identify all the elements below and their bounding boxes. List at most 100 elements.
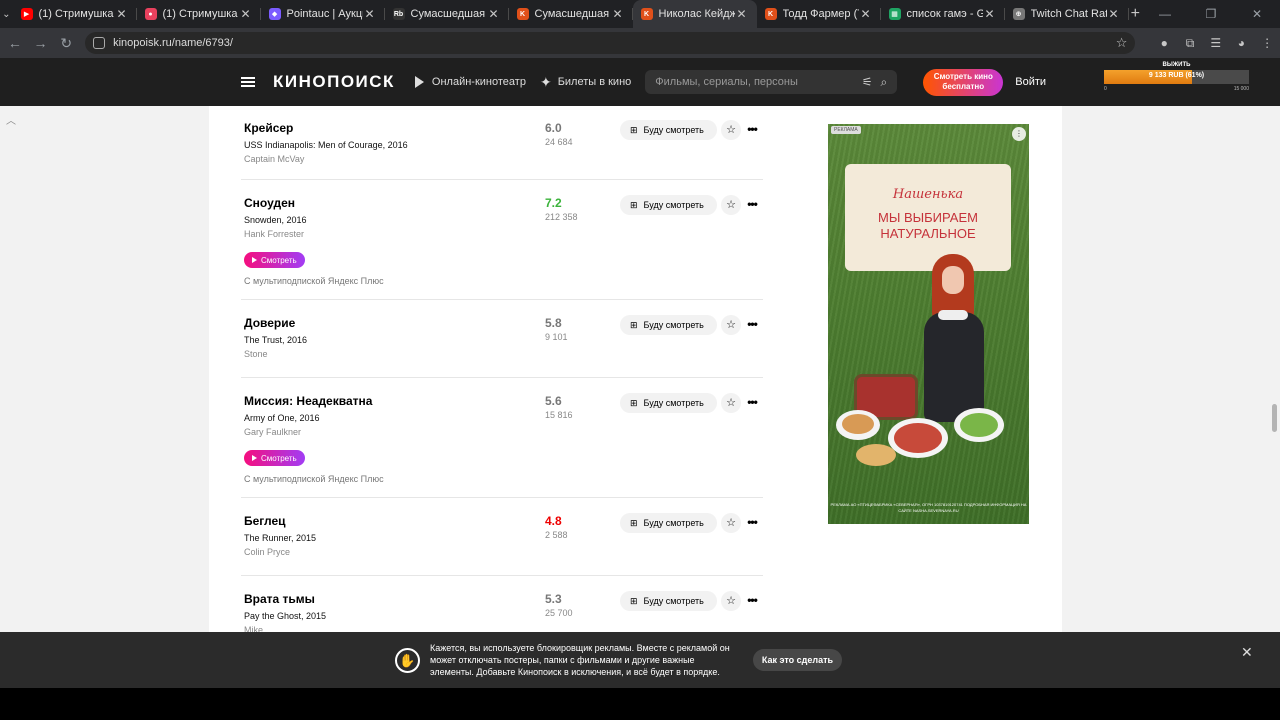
film-votes: 25 700 — [545, 608, 573, 618]
extensions-puzzle-icon[interactable]: ⧉ — [1177, 36, 1203, 51]
tab-search-chevron-icon[interactable]: ⌄ — [0, 0, 13, 28]
more-options-icon[interactable]: ••• — [744, 393, 760, 413]
adblock-message: Кажется, вы используете блокировщик рекл… — [430, 643, 730, 677]
more-options-icon[interactable]: ••• — [744, 513, 760, 533]
advertisement-banner[interactable]: РЕКЛАМА ⋮ Нашенька МЫ ВЫБИРАЕМ НАТУРАЛЬН… — [828, 124, 1029, 524]
film-row[interactable]: Крейсер USS Indianapolis: Men of Courage,… — [241, 106, 763, 180]
film-row[interactable]: Врата тьмы Pay the Ghost, 2015 Mike 5.3 25 7… — [241, 577, 763, 632]
film-original-title: The Runner, 2015 — [244, 533, 317, 543]
watch-button[interactable]: Смотреть — [244, 450, 305, 466]
more-options-icon[interactable]: ••• — [744, 195, 760, 215]
tab-close-icon[interactable]: ✕ — [239, 7, 253, 21]
tab-close-icon[interactable]: ✕ — [735, 7, 749, 21]
film-row[interactable]: Миссия: Неадекватна Army of One, 2016 Gary… — [241, 379, 763, 498]
film-rating: 6.0 — [545, 121, 562, 135]
want-to-watch-button[interactable]: ⊞ Буду смотреть — [620, 513, 717, 533]
browser-tab[interactable]: ⊕ Twitch Chat Rating✕ — [1005, 0, 1129, 28]
browser-tab[interactable]: ◆ Pointauc | Аукцион д✕ — [261, 0, 385, 28]
film-title[interactable]: Крейсер — [244, 121, 293, 135]
rate-star-icon[interactable]: ☆ — [721, 195, 741, 215]
film-row[interactable]: Беглец The Runner, 2015 Colin Pryce 4.8 2 58… — [241, 499, 763, 576]
film-votes: 15 816 — [545, 410, 573, 420]
page-scrollbar[interactable] — [1272, 404, 1277, 432]
film-title[interactable]: Врата тьмы — [244, 592, 315, 606]
film-original-title: USS Indianapolis: Men of Courage, 2016 — [244, 140, 408, 150]
more-options-icon[interactable]: ••• — [744, 315, 760, 335]
subscription-note: С мультиподпиской Яндекс Плюс — [244, 276, 384, 286]
back-arrow-icon[interactable]: ← — [2, 35, 28, 51]
tab-favicon-icon: ● — [144, 8, 157, 20]
tab-close-icon[interactable]: ✕ — [115, 7, 129, 21]
film-title[interactable]: Беглец — [244, 514, 286, 528]
search-icon[interactable]: ⌕ — [881, 75, 888, 90]
film-row[interactable]: Доверие The Trust, 2016 Stone 5.8 9 101 ⊞ Буду… — [241, 301, 763, 378]
ad-options-icon[interactable]: ⋮ — [1012, 127, 1026, 141]
close-icon[interactable]: ✕ — [1241, 644, 1253, 661]
want-to-watch-button[interactable]: ⊞ Буду смотреть — [620, 195, 717, 215]
new-tab-plus-icon[interactable]: + — [1129, 5, 1142, 23]
nav-online-cinema[interactable]: Онлайн-кинотеатр — [414, 76, 526, 88]
minimize-icon[interactable]: — — [1142, 7, 1188, 21]
want-to-watch-button[interactable]: ⊞ Буду смотреть — [620, 393, 717, 413]
forward-arrow-icon[interactable]: → — [28, 35, 54, 51]
tab-favicon-icon: ⊕ — [1012, 8, 1025, 20]
bookmark-star-icon[interactable]: ☆ — [1116, 35, 1128, 51]
tab-strip: ▶(1) Стримушка - You✕●(1) Стримушка ТВ, … — [13, 0, 1129, 28]
adblock-notice: ✋ Кажется, вы используете блокировщик ре… — [0, 632, 1280, 688]
reading-list-icon[interactable]: ☰ — [1203, 36, 1229, 50]
browser-tab[interactable]: ▦ список гамэ - Googl✕ — [881, 0, 1005, 28]
nav-tickets[interactable]: ✦ Билеты в кино — [540, 74, 631, 91]
tab-close-icon[interactable]: ✕ — [487, 7, 501, 21]
more-options-icon[interactable]: ••• — [744, 120, 760, 140]
browser-tab[interactable]: ▶ (1) Стримушка - You✕ — [13, 0, 137, 28]
login-link[interactable]: Войти — [1015, 76, 1046, 88]
film-title[interactable]: Сноуден — [244, 196, 295, 210]
taskbar-area — [0, 688, 1280, 720]
filter-sliders-icon[interactable]: ⚟ — [862, 75, 873, 89]
film-row[interactable]: Сноуден Snowden, 2016 Hank Forrester 7.2 212… — [241, 181, 763, 300]
maximize-icon[interactable]: ❐ — [1188, 7, 1234, 21]
address-bar[interactable]: kinopoisk.ru/name/6793/ ☆ — [85, 32, 1136, 54]
film-role: Stone — [244, 349, 268, 359]
tab-close-icon[interactable]: ✕ — [1107, 7, 1121, 21]
extension-circle-icon[interactable]: ● — [1151, 36, 1177, 50]
reload-icon[interactable]: ↻ — [53, 35, 79, 52]
film-title[interactable]: Доверие — [244, 316, 295, 330]
film-votes: 212 358 — [545, 212, 578, 222]
site-info-icon[interactable] — [93, 37, 106, 49]
browser-tab[interactable]: K Николас Кейдж (Nic✕ — [632, 0, 757, 28]
watch-free-button[interactable]: Смотреть кино бесплатно — [923, 68, 1004, 96]
rate-star-icon[interactable]: ☆ — [721, 393, 741, 413]
watch-button[interactable]: Смотреть — [244, 252, 305, 268]
browser-tab[interactable]: Rb Сумасшедшая езда✕ — [385, 0, 509, 28]
film-title[interactable]: Миссия: Неадекватна — [244, 394, 372, 408]
tab-favicon-icon: Rb — [392, 8, 405, 20]
want-to-watch-button[interactable]: ⊞ Буду смотреть — [620, 120, 717, 140]
goal-scale: 0 15 000 — [1104, 86, 1249, 92]
close-window-icon[interactable]: ✕ — [1234, 7, 1280, 21]
tab-close-icon[interactable]: ✕ — [611, 7, 625, 21]
tab-title: список гамэ - Googl — [906, 8, 983, 20]
browser-tab[interactable]: K Тодд Фармер (Todd✕ — [757, 0, 881, 28]
browser-menu-icon[interactable]: ⋮ — [1254, 36, 1280, 50]
hamburger-menu-icon[interactable] — [241, 77, 255, 87]
tab-close-icon[interactable]: ✕ — [363, 7, 377, 21]
how-to-button[interactable]: Как это сделать — [753, 649, 842, 671]
kinopoisk-logo[interactable]: КИНОПОИСК — [273, 72, 395, 92]
want-to-watch-button[interactable]: ⊞ Буду смотреть — [620, 591, 717, 611]
goal-progress-text: 9 133 RUB (61%) — [1148, 72, 1205, 79]
scroll-up-chevron-icon[interactable]: ︿ — [6, 112, 16, 127]
rate-star-icon[interactable]: ☆ — [721, 591, 741, 611]
browser-tab[interactable]: ● (1) Стримушка ТВ, в✕ — [137, 0, 261, 28]
tab-title: Николас Кейдж (Nic — [658, 8, 735, 20]
tab-close-icon[interactable]: ✕ — [859, 7, 873, 21]
rate-star-icon[interactable]: ☆ — [721, 120, 741, 140]
browser-tab[interactable]: K Сумасшедшая езда✕ — [509, 0, 633, 28]
more-options-icon[interactable]: ••• — [744, 591, 760, 611]
want-to-watch-button[interactable]: ⊞ Буду смотреть — [620, 315, 717, 335]
rate-star-icon[interactable]: ☆ — [721, 315, 741, 335]
rate-star-icon[interactable]: ☆ — [721, 513, 741, 533]
search-input[interactable]: Фильмы, сериалы, персоны ⚟ ⌕ — [645, 70, 898, 94]
tab-close-icon[interactable]: ✕ — [983, 7, 997, 21]
profile-avatar-icon[interactable]: ◕ — [1229, 36, 1255, 50]
